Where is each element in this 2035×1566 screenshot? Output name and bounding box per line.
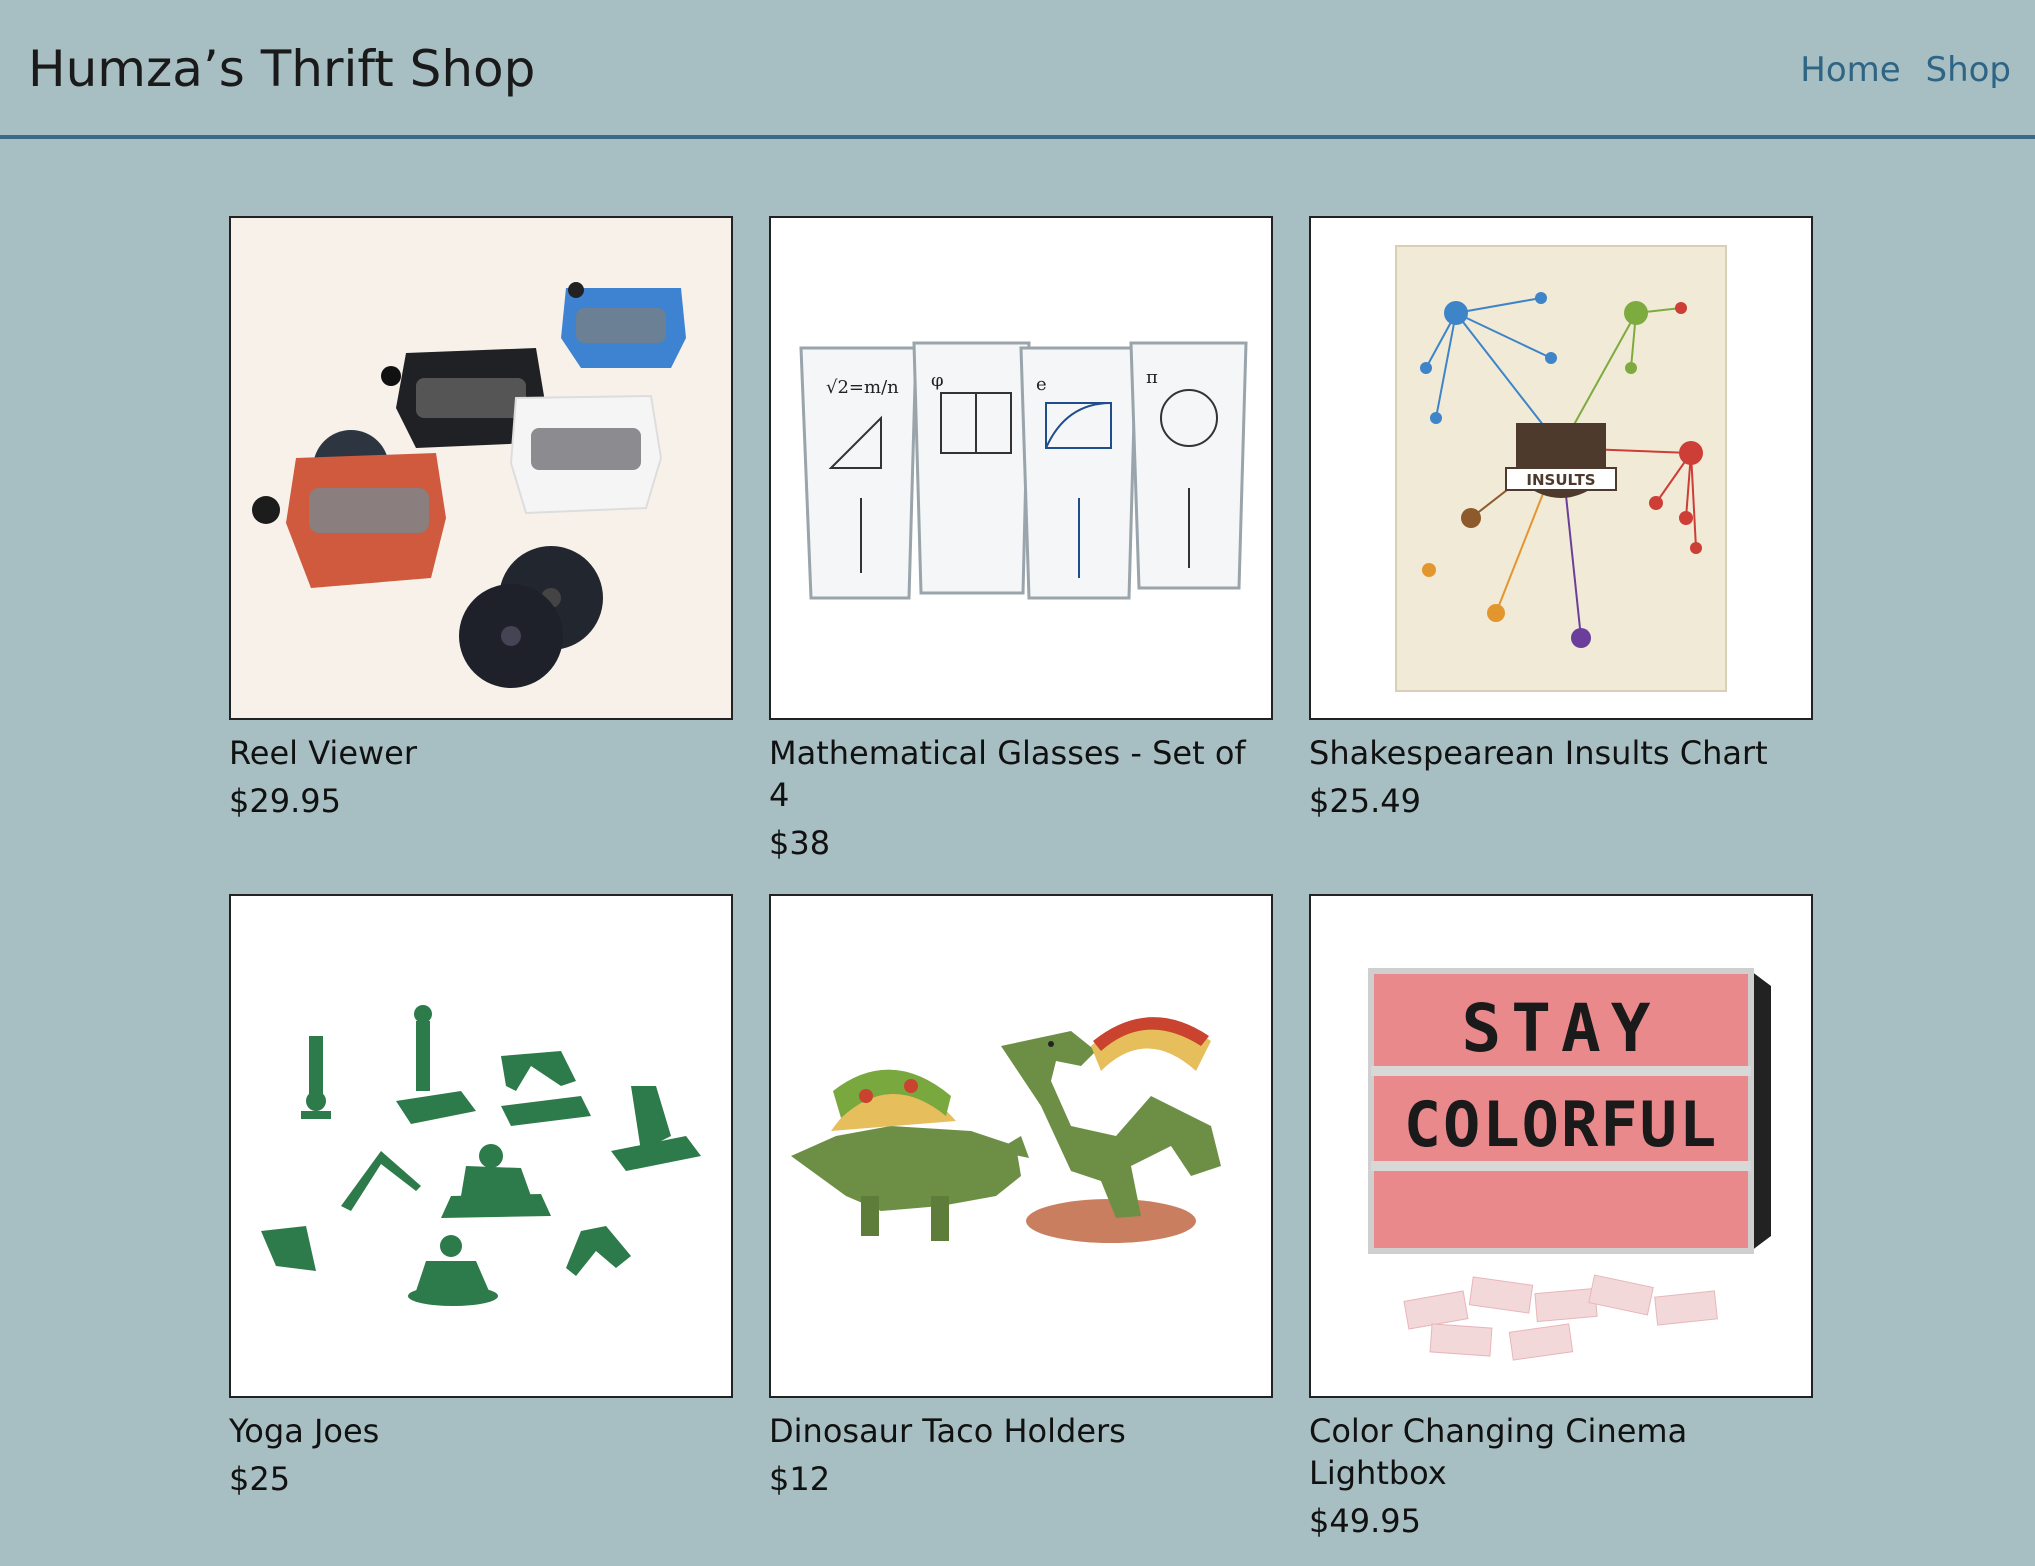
lightbox-line-1: STAY [1462, 990, 1661, 1067]
product-card[interactable]: Reel Viewer $29.95 [229, 216, 733, 822]
product-name[interactable]: Mathematical Glasses - Set of 4 [769, 732, 1273, 816]
product-price: $49.95 [1309, 1502, 1421, 1540]
product-image[interactable] [769, 894, 1273, 1398]
svg-text:φ: φ [931, 370, 944, 391]
yoga-joes-image [231, 896, 731, 1396]
site-header: Humza’s Thrift Shop Home Shop [0, 0, 2035, 139]
product-price: $29.95 [229, 782, 341, 820]
svg-text:π: π [1146, 367, 1158, 388]
product-name[interactable]: Reel Viewer [229, 732, 733, 774]
product-image[interactable] [229, 894, 733, 1398]
product-card[interactable]: STAY COLORFUL Color Changing Cinema Ligh… [1309, 894, 1813, 1542]
product-price: $25 [229, 1460, 291, 1498]
product-card[interactable]: Yoga Joes $25 [229, 894, 733, 1500]
product-image[interactable] [229, 216, 733, 720]
product-name[interactable]: Dinosaur Taco Holders [769, 1410, 1273, 1452]
insults-label: INSULTS [1526, 471, 1595, 489]
main-nav: Home Shop [1786, 48, 2011, 92]
product-image[interactable]: √2=m/n φ e π [769, 216, 1273, 720]
dino-taco-image [771, 896, 1271, 1396]
product-price: $38 [769, 824, 831, 862]
product-card[interactable]: INSULTS Shakespearean Insults Chart $25.… [1309, 216, 1813, 822]
lightbox-line-2: COLORFUL [1404, 1088, 1719, 1161]
product-price: $12 [769, 1460, 831, 1498]
product-name[interactable]: Yoga Joes [229, 1410, 733, 1452]
lightbox-image: STAY COLORFUL [1311, 896, 1811, 1396]
product-price: $25.49 [1309, 782, 1421, 820]
nav-home-link[interactable]: Home [1800, 50, 1900, 90]
product-image[interactable]: STAY COLORFUL [1309, 894, 1813, 1398]
math-glasses-image: √2=m/n φ e π [771, 218, 1271, 718]
svg-text:e: e [1036, 374, 1047, 395]
product-card[interactable]: Dinosaur Taco Holders $12 [769, 894, 1273, 1500]
product-name[interactable]: Color Changing Cinema Lightbox [1309, 1410, 1813, 1494]
site-title[interactable]: Humza’s Thrift Shop [28, 36, 535, 102]
product-image[interactable]: INSULTS [1309, 216, 1813, 720]
product-name[interactable]: Shakespearean Insults Chart [1309, 732, 1813, 774]
reel-viewer-image [231, 218, 731, 718]
product-card[interactable]: √2=m/n φ e π Mathematical Glasses - Set … [769, 216, 1273, 864]
insults-chart-image: INSULTS [1311, 218, 1811, 718]
svg-text:√2=m/n: √2=m/n [826, 377, 899, 398]
nav-shop-link[interactable]: Shop [1925, 50, 2011, 90]
